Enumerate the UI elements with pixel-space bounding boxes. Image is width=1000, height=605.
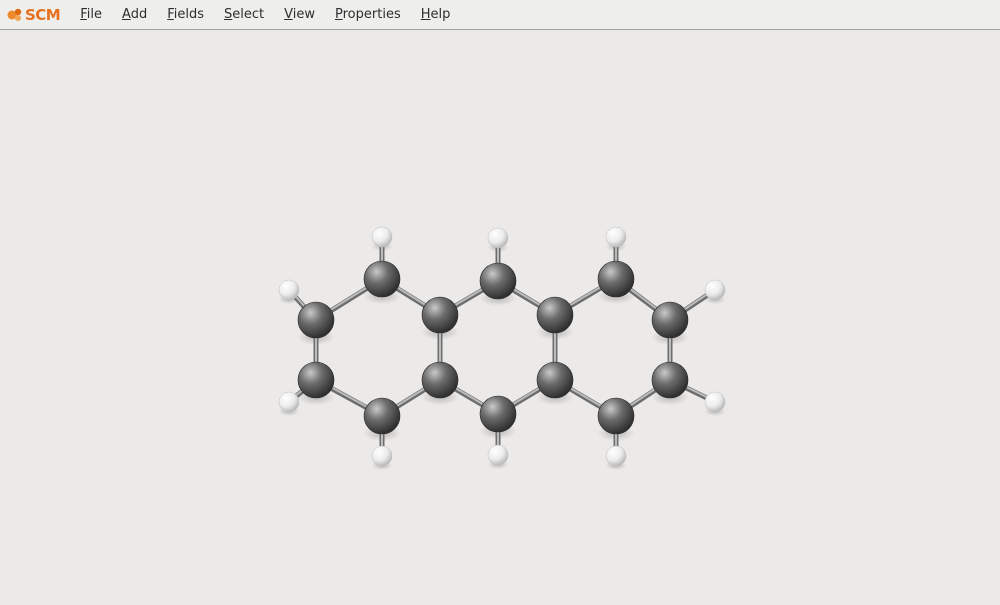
- menu-fields[interactable]: Fields: [157, 0, 214, 30]
- carbon-atom: [537, 362, 573, 398]
- carbon-atom: [652, 302, 688, 338]
- hydrogen-atom: [606, 446, 626, 466]
- menu-view[interactable]: View: [274, 0, 325, 30]
- carbon-atom: [598, 261, 634, 297]
- hydrogen-atom: [372, 446, 392, 466]
- menu-help[interactable]: Help: [411, 0, 461, 30]
- hydrogen-atom: [279, 392, 299, 412]
- menu-file[interactable]: File: [70, 0, 112, 30]
- carbon-atom: [298, 302, 334, 338]
- menu-properties[interactable]: Properties: [325, 0, 411, 30]
- carbon-atom: [422, 297, 458, 333]
- molecule-render: [0, 30, 1000, 605]
- hydrogen-atom: [705, 280, 725, 300]
- carbon-atom: [298, 362, 334, 398]
- hydrogen-atom: [372, 227, 392, 247]
- hydrogen-atom: [606, 227, 626, 247]
- hydrogen-atom: [488, 445, 508, 465]
- carbon-atom: [480, 263, 516, 299]
- app-logo-text: SCM: [25, 6, 60, 24]
- carbon-atom: [364, 261, 400, 297]
- app-logo[interactable]: SCM: [6, 6, 60, 24]
- logo-icon: [6, 6, 24, 24]
- carbon-atom: [537, 297, 573, 333]
- menu-select[interactable]: Select: [214, 0, 274, 30]
- hydrogen-atom: [279, 280, 299, 300]
- menu-add[interactable]: Add: [112, 0, 157, 30]
- molecule-viewport[interactable]: [0, 30, 1000, 605]
- hydrogen-atom: [705, 392, 725, 412]
- carbon-atom: [422, 362, 458, 398]
- carbon-atom: [652, 362, 688, 398]
- menu-bar: SCM File Add Fields Select View Properti…: [0, 0, 1000, 30]
- carbon-atom: [598, 398, 634, 434]
- carbon-atom: [480, 396, 516, 432]
- hydrogen-atom: [488, 228, 508, 248]
- carbon-atom: [364, 398, 400, 434]
